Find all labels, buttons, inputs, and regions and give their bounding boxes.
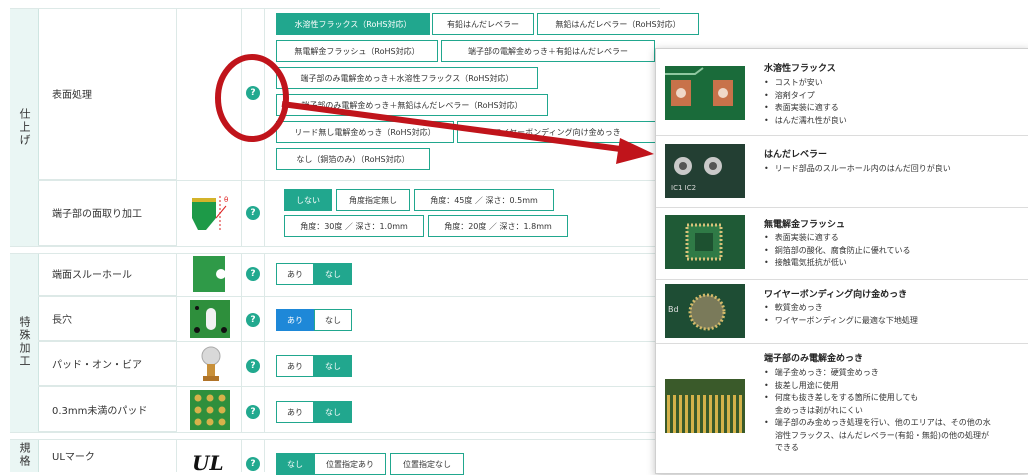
popup-item-bullets: 軟質金めっき ワイヤーボンディングに最適な下地処理 [764, 302, 918, 327]
svg-text:Bd: Bd [668, 305, 679, 314]
option-yes[interactable]: あり [276, 263, 314, 285]
column-divider [176, 8, 177, 472]
row-label-pad-on-via: パッド・オン・ビア [38, 342, 176, 386]
small-pad-image [190, 390, 230, 430]
column-divider [264, 8, 265, 472]
option-leadfree-hasl[interactable]: 無鉛はんだレベラー（RoHS対応） [537, 13, 699, 35]
popup-item-enig: 無電解金フラッシュ 表面実装に適する 銅箔部の酸化、腐食防止に優れている 接触電… [656, 207, 1028, 280]
svg-text:UL: UL [192, 451, 224, 472]
option-leaded-hasl[interactable]: 有鉛はんだレベラー [432, 13, 534, 35]
option-no[interactable]: なし [314, 401, 352, 423]
enig-board-image [665, 215, 745, 269]
option-enig[interactable]: 無電解金フラッシュ（RoHS対応） [276, 40, 438, 62]
row-label-chamfer: 端子部の面取り加工 [38, 180, 176, 246]
option-no-chamfer[interactable]: しない [284, 189, 332, 211]
pad-on-via-image [201, 346, 221, 381]
help-icon[interactable]: ? [246, 267, 260, 281]
row-label-edge-through-hole: 端面スルーホール [38, 252, 176, 296]
flux-board-image [665, 66, 745, 120]
option-no[interactable]: なし [314, 309, 352, 331]
option-no[interactable]: なし [314, 355, 352, 377]
wire-bonding-board-image: Bd [665, 284, 745, 338]
column-divider [241, 8, 242, 472]
row-label-small-pad: 0.3mm未満のパッド [38, 387, 176, 432]
category-finish: 仕上げ [10, 8, 39, 246]
option-chamfer-30[interactable]: 角度：30度 ／ 深さ：1.0mm [284, 215, 424, 237]
popup-item-edge-gold: 端子部のみ電解金めっき 端子金めっき：硬質金めっき 抜差し用途に使用 何度も抜き… [656, 343, 1028, 473]
option-edge-gold-leaded[interactable]: 端子部の電解金めっき＋有鉛はんだレベラー [441, 40, 655, 62]
category-special: 特殊加工 [10, 252, 39, 432]
hasl-board-image: IC1 IC2 [665, 144, 745, 198]
popup-item-title: 端子部のみ電解金めっき [764, 354, 864, 364]
row-label-surface-treatment: 表面処理 [38, 8, 176, 180]
option-water-soluble-flux[interactable]: 水溶性フラックス（RoHS対応） [276, 13, 430, 35]
help-icon[interactable]: ? [246, 86, 260, 100]
option-yes[interactable]: あり [276, 355, 314, 377]
popup-item-title: ワイヤーボンディング向け金めっき [764, 290, 908, 300]
popup-item-title: はんだレベラー [764, 150, 828, 160]
option-edge-gold-flux[interactable]: 端子部のみ電解金めっき＋水溶性フラックス（RoHS対応） [276, 67, 538, 89]
help-icon[interactable]: ? [246, 457, 260, 471]
option-chamfer-45[interactable]: 角度：45度 ／ 深さ：0.5mm [414, 189, 554, 211]
category-standard: 規格 [10, 438, 39, 472]
option-chamfer-unspecified[interactable]: 角度指定無し [336, 189, 410, 211]
option-yes[interactable]: あり [276, 401, 314, 423]
popup-item-water-soluble-flux: 水溶性フラックス コストが安い 溶剤タイプ 表面実装に適する はんだ濡れ性が良い [656, 49, 1028, 136]
help-icon[interactable]: ? [246, 206, 260, 220]
option-wire-bonding-gold[interactable]: ワイヤーボンディング向け金めっき [457, 121, 657, 143]
popup-item-title: 水溶性フラックス [764, 64, 836, 74]
ul-logo-image: UL [192, 451, 224, 472]
surface-treatment-info-popup: 水溶性フラックス コストが安い 溶剤タイプ 表面実装に適する はんだ濡れ性が良い… [655, 48, 1028, 474]
popup-item-bullets: コストが安い 溶剤タイプ 表面実装に適する はんだ濡れ性が良い [764, 77, 847, 127]
help-icon[interactable]: ? [246, 313, 260, 327]
option-chamfer-20[interactable]: 角度：20度 ／ 深さ：1.8mm [428, 215, 568, 237]
edge-gold-board-image [665, 379, 745, 433]
chamfer-diagram-image: θ [192, 196, 228, 230]
popup-item-hasl: IC1 IC2 はんだレベラー リード部品のスルーホール内のはんだ回りが良い [656, 135, 1028, 208]
popup-item-wire-bonding: Bd ワイヤーボンディング向け金めっき 軟質金めっき ワイヤーボンディングに最適… [656, 279, 1028, 344]
svg-text:θ: θ [224, 196, 228, 204]
option-leadless-gold[interactable]: リード無し電解金めっき（RoHS対応） [276, 121, 454, 143]
option-no[interactable]: なし [314, 263, 352, 285]
option-bare-copper[interactable]: なし（銅箔のみ）（RoHS対応） [276, 148, 430, 170]
popup-item-bullets: リード部品のスルーホール内のはんだ回りが良い [764, 163, 951, 176]
option-yes[interactable]: あり [276, 309, 314, 331]
row-label-long-hole: 長穴 [38, 297, 176, 341]
help-icon[interactable]: ? [246, 359, 260, 373]
option-edge-gold-leadfree[interactable]: 端子部のみ電解金めっき＋無鉛はんだレベラー（RoHS対応） [276, 94, 548, 116]
long-hole-image [190, 300, 230, 338]
popup-item-title: 無電解金フラッシュ [764, 220, 846, 230]
popup-item-bullets: 端子金めっき：硬質金めっき 抜差し用途に使用 何度も抜き差しをする箇所に使用して… [764, 367, 991, 455]
help-icon[interactable]: ? [246, 405, 260, 419]
row-label-ul-mark: ULマーク [52, 451, 95, 463]
edge-through-hole-image [193, 256, 226, 292]
popup-item-bullets: 表面実装に適する 銅箔部の酸化、腐食防止に優れている 接触電気抵抗が低い [764, 232, 911, 270]
svg-text:IC1 IC2: IC1 IC2 [671, 184, 696, 192]
